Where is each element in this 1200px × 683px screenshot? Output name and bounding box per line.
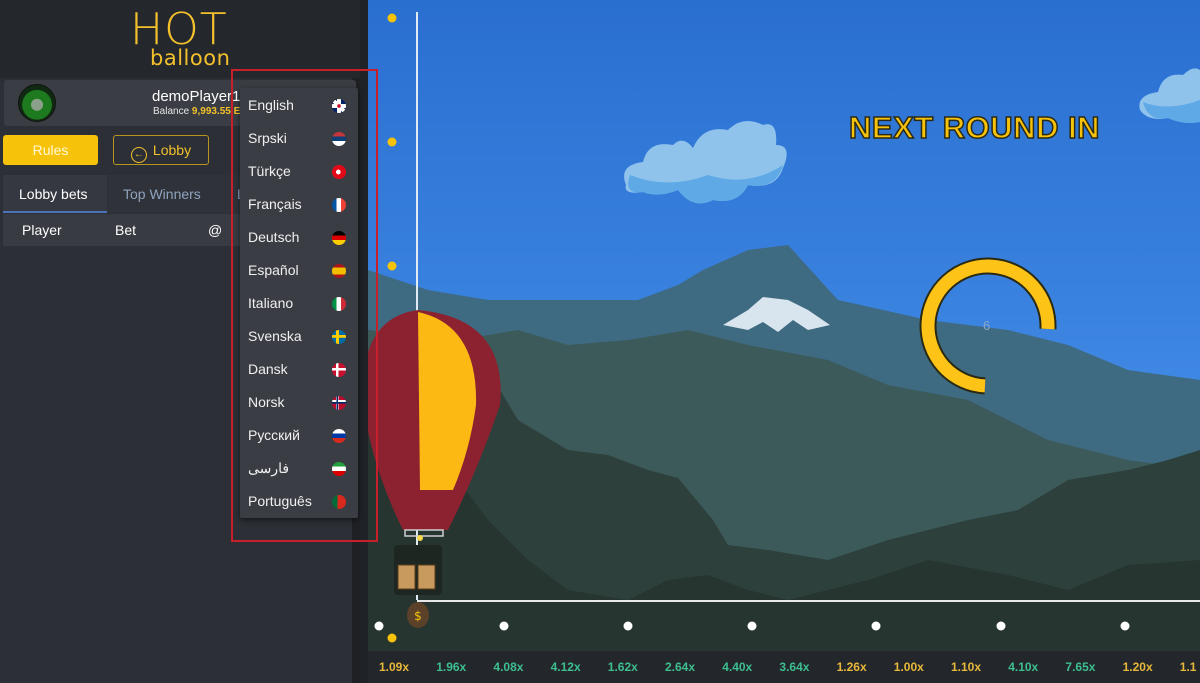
cloud-icon bbox=[624, 121, 787, 204]
flag-uk-icon bbox=[332, 99, 346, 113]
multiplier-history-item: 1.26x bbox=[836, 660, 867, 674]
language-option-no[interactable]: Norsk bbox=[240, 386, 358, 419]
flag-tr-icon bbox=[332, 165, 346, 179]
language-label: Norsk bbox=[248, 394, 285, 410]
next-round-banner: NEXT ROUND IN bbox=[848, 109, 1101, 146]
column-player: Player bbox=[22, 222, 62, 238]
logo-area: HOT balloon bbox=[0, 0, 360, 78]
lobby-button-label: Lobby bbox=[152, 142, 192, 158]
flag-es-icon bbox=[332, 264, 346, 278]
balance-value: 9,993.55 E bbox=[191, 106, 241, 117]
flag-dk-icon bbox=[332, 363, 346, 377]
flag-fr-icon bbox=[332, 198, 346, 212]
language-option-ir[interactable]: فارسی bbox=[240, 452, 358, 485]
language-label: English bbox=[248, 97, 294, 113]
player-name: demoPlayer1 bbox=[152, 88, 241, 105]
multiplier-history-item: 4.12x bbox=[550, 660, 581, 674]
column-bet: Bet bbox=[115, 222, 137, 238]
multiplier-history-item: 1.96x bbox=[436, 660, 467, 674]
language-option-ru[interactable]: Русский bbox=[240, 419, 358, 452]
column-multiplier: @ bbox=[208, 222, 223, 238]
multiplier-history-item: 1.62x bbox=[607, 660, 638, 674]
language-label: Italiano bbox=[248, 295, 294, 311]
language-option-se[interactable]: Svenska bbox=[240, 320, 358, 353]
svg-text:$: $ bbox=[414, 609, 422, 623]
multiplier-history-item: 2.64x bbox=[665, 660, 696, 674]
language-label: فارسی bbox=[248, 460, 290, 476]
language-label: Français bbox=[248, 196, 302, 212]
flag-se-icon bbox=[332, 330, 346, 344]
language-label: Español bbox=[248, 262, 299, 278]
language-option-tr[interactable]: Türkçe bbox=[240, 155, 358, 188]
tab-lobby-bets[interactable]: Lobby bets bbox=[3, 175, 107, 213]
altitude-marker bbox=[387, 261, 397, 271]
language-option-it[interactable]: Italiano bbox=[240, 287, 358, 320]
rules-button[interactable]: Rules bbox=[3, 135, 98, 165]
multiplier-history-item: 4.40x bbox=[722, 660, 753, 674]
avatar bbox=[18, 84, 56, 122]
altitude-marker bbox=[387, 13, 397, 23]
language-option-pt[interactable]: Português bbox=[240, 485, 358, 518]
flag-ru-icon bbox=[332, 429, 346, 443]
time-marker bbox=[1120, 621, 1130, 631]
language-label: Deutsch bbox=[248, 229, 300, 245]
flag-it-icon bbox=[332, 297, 346, 311]
time-marker bbox=[996, 621, 1006, 631]
lobby-button[interactable]: ← Lobby bbox=[113, 135, 209, 165]
scene-background: $ bbox=[368, 12, 1200, 683]
flag-pt-icon bbox=[332, 495, 346, 509]
language-option-fr[interactable]: Français bbox=[240, 188, 358, 221]
flag-no-icon bbox=[332, 396, 346, 410]
balance-label: Balance bbox=[153, 106, 190, 117]
multiplier-history-item: 1.20x bbox=[1122, 660, 1153, 674]
altitude-marker bbox=[387, 137, 397, 147]
language-option-es[interactable]: Español bbox=[240, 254, 358, 287]
time-marker bbox=[871, 621, 881, 631]
flag-rs-icon bbox=[332, 132, 346, 146]
time-marker bbox=[747, 621, 757, 631]
altitude-marker bbox=[387, 633, 397, 643]
multiplier-history-item: 4.10x bbox=[1008, 660, 1039, 674]
multiplier-history-item: 7.65x bbox=[1065, 660, 1096, 674]
logo-text-balloon: balloon bbox=[150, 46, 231, 70]
language-label: Svenska bbox=[248, 328, 302, 344]
app-root: $ NEXT ROUND IN 6 1.09x 1.96x 4.08x 4.12x 1.… bbox=[0, 0, 1200, 683]
countdown-number: 6 bbox=[983, 318, 991, 333]
language-label: Srpski bbox=[248, 130, 287, 146]
tab-top-winners[interactable]: Top Winners bbox=[107, 175, 217, 213]
language-option-de[interactable]: Deutsch bbox=[240, 221, 358, 254]
language-option-uk[interactable]: English bbox=[240, 89, 358, 122]
language-label: Türkçe bbox=[248, 163, 291, 179]
language-option-rs[interactable]: Srpski bbox=[240, 122, 358, 155]
cloud-icon bbox=[1139, 68, 1200, 123]
multiplier-history-item: 1.10x bbox=[951, 660, 982, 674]
multiplier-history-item: 4.08x bbox=[493, 660, 524, 674]
time-marker bbox=[499, 621, 509, 631]
flag-ir-icon bbox=[332, 462, 346, 476]
time-marker bbox=[623, 621, 633, 631]
language-label: Português bbox=[248, 493, 312, 509]
multiplier-history-item: 1.00x bbox=[893, 660, 924, 674]
language-option-dk[interactable]: Dansk bbox=[240, 353, 358, 386]
multiplier-history-item: 1.1 bbox=[1179, 660, 1197, 674]
multiplier-history-item: 1.09x bbox=[379, 660, 410, 674]
time-marker bbox=[374, 621, 384, 631]
language-label: Dansk bbox=[248, 361, 288, 377]
arrow-left-icon: ← bbox=[130, 147, 147, 163]
flag-de-icon bbox=[332, 231, 346, 245]
hot-balloon-logo: HOT balloon bbox=[130, 8, 231, 71]
language-dropdown: English Srpski Türkçe Français Deutsch Españo… bbox=[240, 88, 358, 518]
multiplier-history-item: 3.64x bbox=[779, 660, 810, 674]
game-canvas: $ NEXT ROUND IN 6 1.09x 1.96x 4.08x 4.12x 1.… bbox=[368, 0, 1200, 683]
multiplier-history-bar: 1.09x 1.96x 4.08x 4.12x 1.62x 2.64x 4.40x 3.64x… bbox=[368, 651, 1200, 683]
language-label: Русский bbox=[248, 427, 300, 443]
balance: Balance 9,993.55 E bbox=[153, 106, 240, 117]
